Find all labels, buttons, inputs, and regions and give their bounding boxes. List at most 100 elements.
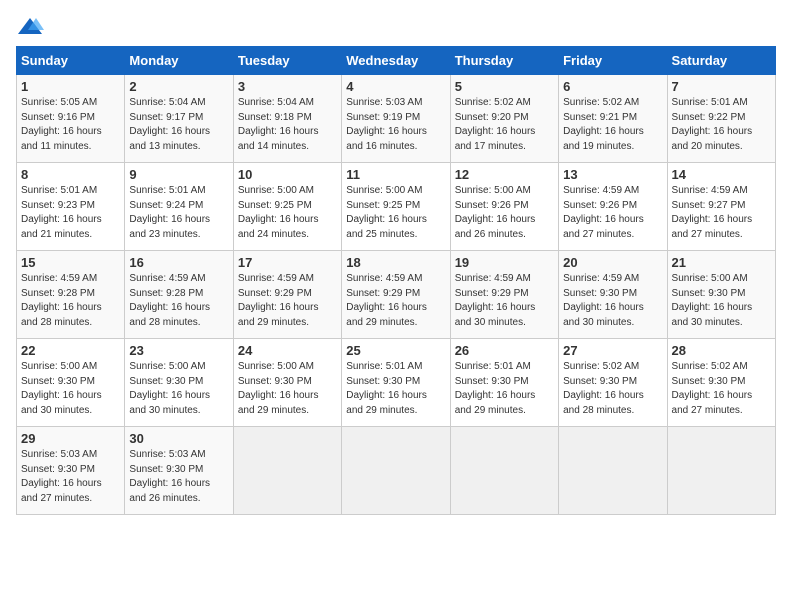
day-number: 5 <box>455 79 554 94</box>
day-info: Sunrise: 4:59 AM Sunset: 9:28 PM Dayligh… <box>21 272 120 330</box>
calendar-cell: 19Sunrise: 4:59 AM Sunset: 9:29 PM Dayli… <box>450 251 558 339</box>
calendar-week-2: 8 Sunrise: 5:01 AM Sunset: 9:23 PM Daylig… <box>17 163 776 251</box>
day-number: 27 <box>563 343 662 358</box>
day-info: Sunrise: 4:59 AM Sunset: 9:27 PM Dayligh… <box>672 184 771 242</box>
day-info: Sunrise: 4:59 AM Sunset: 9:29 PM Dayligh… <box>455 272 554 330</box>
calendar-cell: 27 Sunrise: 5:02 AM Sunset: 9:30 PM Dayli… <box>559 339 667 427</box>
calendar-week-5: 29 Sunrise: 5:03 AM Sunset: 9:30 PM Dayli… <box>17 427 776 515</box>
day-info: Sunrise: 4:59 AM Sunset: 9:26 PM Dayligh… <box>563 184 662 242</box>
day-number: 15 <box>21 255 120 270</box>
calendar-cell: 11 Sunrise: 5:00 AM Sunset: 9:25 PM Dayli… <box>342 163 450 251</box>
calendar-cell: 14 Sunrise: 4:59 AM Sunset: 9:27 PM Dayli… <box>667 163 775 251</box>
calendar-cell: 30 Sunrise: 5:03 AM Sunset: 9:30 PM Dayli… <box>125 427 233 515</box>
day-number: 4 <box>346 79 445 94</box>
day-info: Sunrise: 5:00 AM Sunset: 9:25 PM Dayligh… <box>346 184 445 242</box>
calendar-cell <box>559 427 667 515</box>
day-number: 10 <box>238 167 337 182</box>
calendar-cell: 23 Sunrise: 5:00 AM Sunset: 9:30 PM Dayli… <box>125 339 233 427</box>
calendar-cell: 21 Sunrise: 5:00 AM Sunset: 9:30 PM Dayli… <box>667 251 775 339</box>
col-header-friday: Friday <box>559 47 667 75</box>
day-number: 11 <box>346 167 445 182</box>
day-info: Sunrise: 5:02 AM Sunset: 9:21 PM Dayligh… <box>563 96 662 154</box>
calendar-cell: 13 Sunrise: 4:59 AM Sunset: 9:26 PM Dayli… <box>559 163 667 251</box>
calendar-cell <box>450 427 558 515</box>
calendar-cell: 25 Sunrise: 5:01 AM Sunset: 9:30 PM Dayli… <box>342 339 450 427</box>
day-info: Sunrise: 5:03 AM Sunset: 9:30 PM Dayligh… <box>129 448 228 506</box>
day-number: 23 <box>129 343 228 358</box>
day-number: 9 <box>129 167 228 182</box>
calendar-cell: 6 Sunrise: 5:02 AM Sunset: 9:21 PM Daylig… <box>559 75 667 163</box>
day-number: 30 <box>129 431 228 446</box>
day-info: Sunrise: 5:02 AM Sunset: 9:20 PM Dayligh… <box>455 96 554 154</box>
col-header-sunday: Sunday <box>17 47 125 75</box>
calendar-cell: 7 Sunrise: 5:01 AM Sunset: 9:22 PM Daylig… <box>667 75 775 163</box>
day-info: Sunrise: 4:59 AM Sunset: 9:28 PM Dayligh… <box>129 272 228 330</box>
header <box>16 16 776 38</box>
day-info: Sunrise: 5:04 AM Sunset: 9:17 PM Dayligh… <box>129 96 228 154</box>
calendar-cell: 4 Sunrise: 5:03 AM Sunset: 9:19 PM Daylig… <box>342 75 450 163</box>
day-number: 20 <box>563 255 662 270</box>
calendar-week-3: 15 Sunrise: 4:59 AM Sunset: 9:28 PM Dayli… <box>17 251 776 339</box>
col-header-saturday: Saturday <box>667 47 775 75</box>
day-info: Sunrise: 5:01 AM Sunset: 9:30 PM Dayligh… <box>346 360 445 418</box>
day-number: 7 <box>672 79 771 94</box>
calendar-cell: 15 Sunrise: 4:59 AM Sunset: 9:28 PM Dayli… <box>17 251 125 339</box>
logo <box>16 16 48 38</box>
day-number: 28 <box>672 343 771 358</box>
day-number: 29 <box>21 431 120 446</box>
calendar-cell: 16 Sunrise: 4:59 AM Sunset: 9:28 PM Dayli… <box>125 251 233 339</box>
col-header-tuesday: Tuesday <box>233 47 341 75</box>
day-info: Sunrise: 5:01 AM Sunset: 9:23 PM Dayligh… <box>21 184 120 242</box>
calendar-cell: 8 Sunrise: 5:01 AM Sunset: 9:23 PM Daylig… <box>17 163 125 251</box>
calendar-cell <box>233 427 341 515</box>
calendar-cell: 5 Sunrise: 5:02 AM Sunset: 9:20 PM Daylig… <box>450 75 558 163</box>
day-number: 6 <box>563 79 662 94</box>
day-info: Sunrise: 4:59 AM Sunset: 9:29 PM Dayligh… <box>346 272 445 330</box>
day-number: 17 <box>238 255 337 270</box>
day-number: 14 <box>672 167 771 182</box>
day-info: Sunrise: 5:01 AM Sunset: 9:24 PM Dayligh… <box>129 184 228 242</box>
day-info: Sunrise: 5:03 AM Sunset: 9:19 PM Dayligh… <box>346 96 445 154</box>
calendar-cell: 26Sunrise: 5:01 AM Sunset: 9:30 PM Dayli… <box>450 339 558 427</box>
calendar-cell: 22Sunrise: 5:00 AM Sunset: 9:30 PM Dayli… <box>17 339 125 427</box>
logo-icon <box>16 16 44 38</box>
day-number: 13 <box>563 167 662 182</box>
day-info: Sunrise: 5:01 AM Sunset: 9:22 PM Dayligh… <box>672 96 771 154</box>
calendar-cell: 20 Sunrise: 4:59 AM Sunset: 9:30 PM Dayli… <box>559 251 667 339</box>
day-number: 25 <box>346 343 445 358</box>
day-info: Sunrise: 5:00 AM Sunset: 9:30 PM Dayligh… <box>21 360 120 418</box>
calendar-week-1: 1 Sunrise: 5:05 AM Sunset: 9:16 PM Daylig… <box>17 75 776 163</box>
calendar-cell: 2Sunrise: 5:04 AM Sunset: 9:17 PM Daylig… <box>125 75 233 163</box>
header-row: SundayMondayTuesdayWednesdayThursdayFrid… <box>17 47 776 75</box>
day-info: Sunrise: 5:02 AM Sunset: 9:30 PM Dayligh… <box>563 360 662 418</box>
calendar-cell: 17 Sunrise: 4:59 AM Sunset: 9:29 PM Dayli… <box>233 251 341 339</box>
day-info: Sunrise: 5:00 AM Sunset: 9:30 PM Dayligh… <box>238 360 337 418</box>
day-info: Sunrise: 5:00 AM Sunset: 9:30 PM Dayligh… <box>672 272 771 330</box>
day-info: Sunrise: 5:05 AM Sunset: 9:16 PM Dayligh… <box>21 96 120 154</box>
day-number: 16 <box>129 255 228 270</box>
calendar-cell: 28 Sunrise: 5:02 AM Sunset: 9:30 PM Dayli… <box>667 339 775 427</box>
day-number: 21 <box>672 255 771 270</box>
day-info: Sunrise: 5:00 AM Sunset: 9:30 PM Dayligh… <box>129 360 228 418</box>
col-header-wednesday: Wednesday <box>342 47 450 75</box>
day-number: 8 <box>21 167 120 182</box>
day-number: 1 <box>21 79 120 94</box>
calendar-cell <box>342 427 450 515</box>
day-number: 24 <box>238 343 337 358</box>
day-info: Sunrise: 5:00 AM Sunset: 9:26 PM Dayligh… <box>455 184 554 242</box>
calendar-cell: 9 Sunrise: 5:01 AM Sunset: 9:24 PM Daylig… <box>125 163 233 251</box>
day-info: Sunrise: 4:59 AM Sunset: 9:29 PM Dayligh… <box>238 272 337 330</box>
calendar-cell: 12Sunrise: 5:00 AM Sunset: 9:26 PM Dayli… <box>450 163 558 251</box>
day-info: Sunrise: 5:04 AM Sunset: 9:18 PM Dayligh… <box>238 96 337 154</box>
calendar-table: SundayMondayTuesdayWednesdayThursdayFrid… <box>16 46 776 515</box>
calendar-cell: 18 Sunrise: 4:59 AM Sunset: 9:29 PM Dayli… <box>342 251 450 339</box>
day-info: Sunrise: 5:01 AM Sunset: 9:30 PM Dayligh… <box>455 360 554 418</box>
day-info: Sunrise: 5:03 AM Sunset: 9:30 PM Dayligh… <box>21 448 120 506</box>
day-info: Sunrise: 4:59 AM Sunset: 9:30 PM Dayligh… <box>563 272 662 330</box>
day-info: Sunrise: 5:00 AM Sunset: 9:25 PM Dayligh… <box>238 184 337 242</box>
calendar-cell: 1 Sunrise: 5:05 AM Sunset: 9:16 PM Daylig… <box>17 75 125 163</box>
calendar-cell: 24 Sunrise: 5:00 AM Sunset: 9:30 PM Dayli… <box>233 339 341 427</box>
day-number: 18 <box>346 255 445 270</box>
calendar-week-4: 22Sunrise: 5:00 AM Sunset: 9:30 PM Dayli… <box>17 339 776 427</box>
day-info: Sunrise: 5:02 AM Sunset: 9:30 PM Dayligh… <box>672 360 771 418</box>
